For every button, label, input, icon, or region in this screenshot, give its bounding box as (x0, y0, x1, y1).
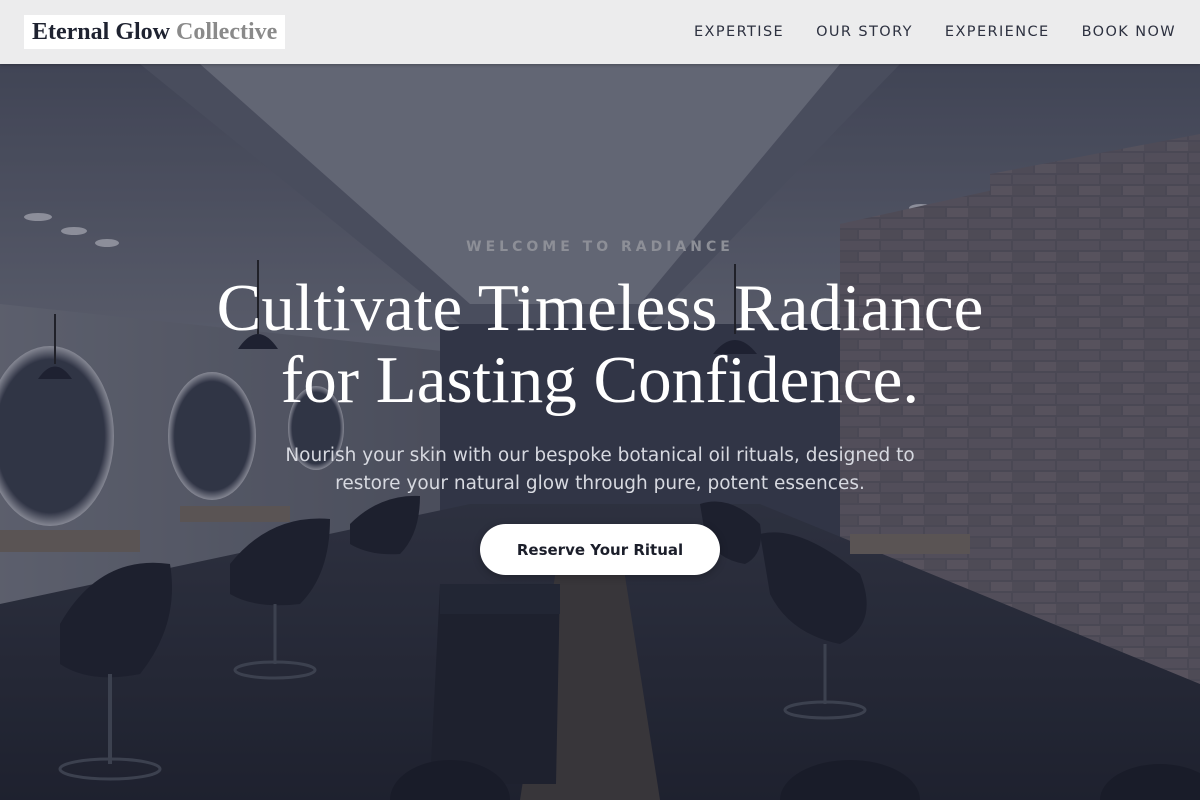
hero-content: WELCOME TO RADIANCE Cultivate Timeless R… (0, 64, 1200, 800)
hero-subtext: Nourish your skin with our bespoke botan… (285, 445, 915, 494)
reserve-ritual-button[interactable]: Reserve Your Ritual (480, 524, 720, 575)
hero-headline: Cultivate Timeless Radiance for Lasting … (100, 272, 1100, 416)
hero-headline-line-2: for Lasting Confidence. (280, 343, 920, 417)
page: Eternal Glow Collective EXPERTISE OUR ST… (0, 0, 1200, 800)
main-nav: EXPERTISE OUR STORY EXPERIENCE BOOK NOW (662, 0, 1176, 64)
logo-secondary-text: Collective (176, 18, 278, 45)
brand-logo[interactable]: Eternal Glow Collective (24, 15, 286, 49)
nav-link-expertise[interactable]: EXPERTISE (694, 24, 784, 40)
nav-link-experience[interactable]: EXPERIENCE (945, 24, 1050, 40)
site-header: Eternal Glow Collective EXPERTISE OUR ST… (0, 0, 1200, 64)
hero-headline-line-1: Cultivate Timeless Radiance (216, 271, 984, 345)
nav-link-our-story[interactable]: OUR STORY (816, 24, 913, 40)
logo-primary-text: Eternal Glow (32, 18, 170, 45)
nav-link-book-now[interactable]: BOOK NOW (1082, 24, 1176, 40)
hero-eyebrow: WELCOME TO RADIANCE (466, 239, 734, 255)
